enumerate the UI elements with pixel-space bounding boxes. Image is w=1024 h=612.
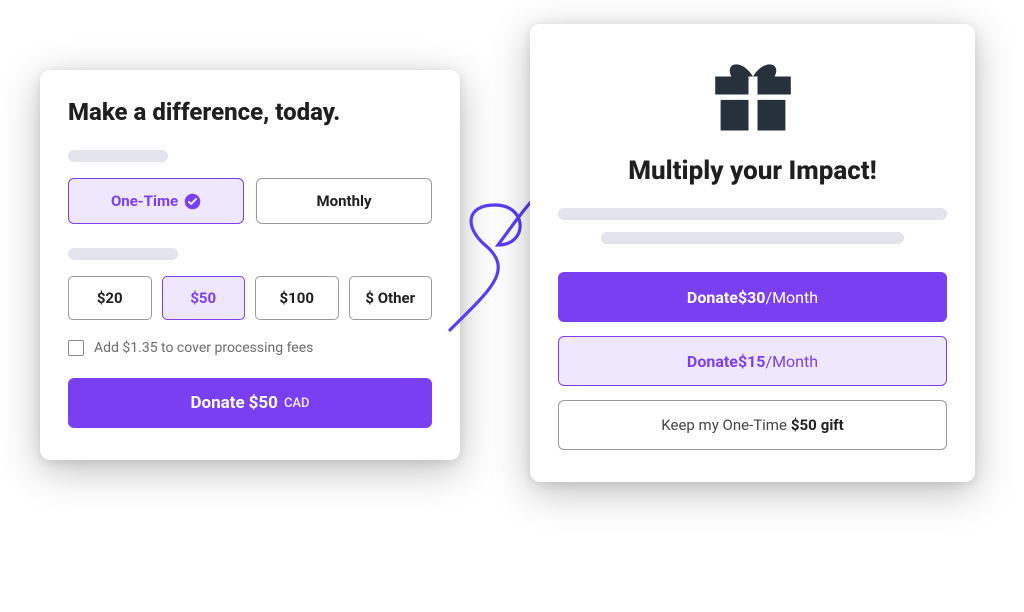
upsell-prefix: Donate [687,288,738,307]
donate-amount: $50 [249,393,278,413]
frequency-label: One-Time [111,192,178,210]
donation-form-card: Make a difference, today. One-Time Month… [40,70,460,460]
amount-option-20[interactable]: $20 [68,276,152,320]
donate-currency: CAD [284,396,310,411]
upsell-title: Multiply your Impact! [628,156,876,186]
keep-onetime-button[interactable]: Keep my One-Time $50 gift [558,400,947,450]
skeleton-line [558,208,947,220]
keep-prefix: Keep my One-Time [661,416,787,434]
upsell-card: Multiply your Impact! Donate $30 /Month … [530,24,975,482]
frequency-option-monthly[interactable]: Monthly [256,178,432,224]
skeleton-line [68,150,168,162]
upsell-option-15[interactable]: Donate $15 /Month [558,336,947,386]
upsell-prefix: Donate [687,352,738,371]
cover-fees-label: Add $1.35 to cover processing fees [94,340,313,356]
amount-option-other[interactable]: $ Other [349,276,433,320]
upsell-option-30[interactable]: Donate $30 /Month [558,272,947,322]
check-circle-icon [184,193,201,210]
frequency-option-onetime[interactable]: One-Time [68,178,244,224]
amount-option-50[interactable]: $50 [162,276,246,320]
frequency-label: Monthly [316,192,371,210]
keep-suffix: gift [821,416,844,434]
upsell-amount: $15 [738,352,766,371]
amount-option-100[interactable]: $100 [255,276,339,320]
donation-title: Make a difference, today. [68,98,432,126]
donate-prefix: Donate [190,393,244,413]
skeleton-line [601,232,904,244]
skeleton-line [68,248,178,260]
upsell-suffix: /Month [765,352,818,371]
gift-icon [708,60,798,138]
cover-fees-checkbox[interactable] [68,340,84,356]
upsell-amount: $30 [738,288,766,307]
cover-fees-row: Add $1.35 to cover processing fees [68,340,432,356]
donate-submit-button[interactable]: Donate $50 CAD [68,378,432,428]
upsell-suffix: /Month [765,288,818,307]
keep-amount: $50 [791,416,817,434]
amount-selector: $20 $50 $100 $ Other [68,276,432,320]
frequency-selector: One-Time Monthly [68,178,432,224]
